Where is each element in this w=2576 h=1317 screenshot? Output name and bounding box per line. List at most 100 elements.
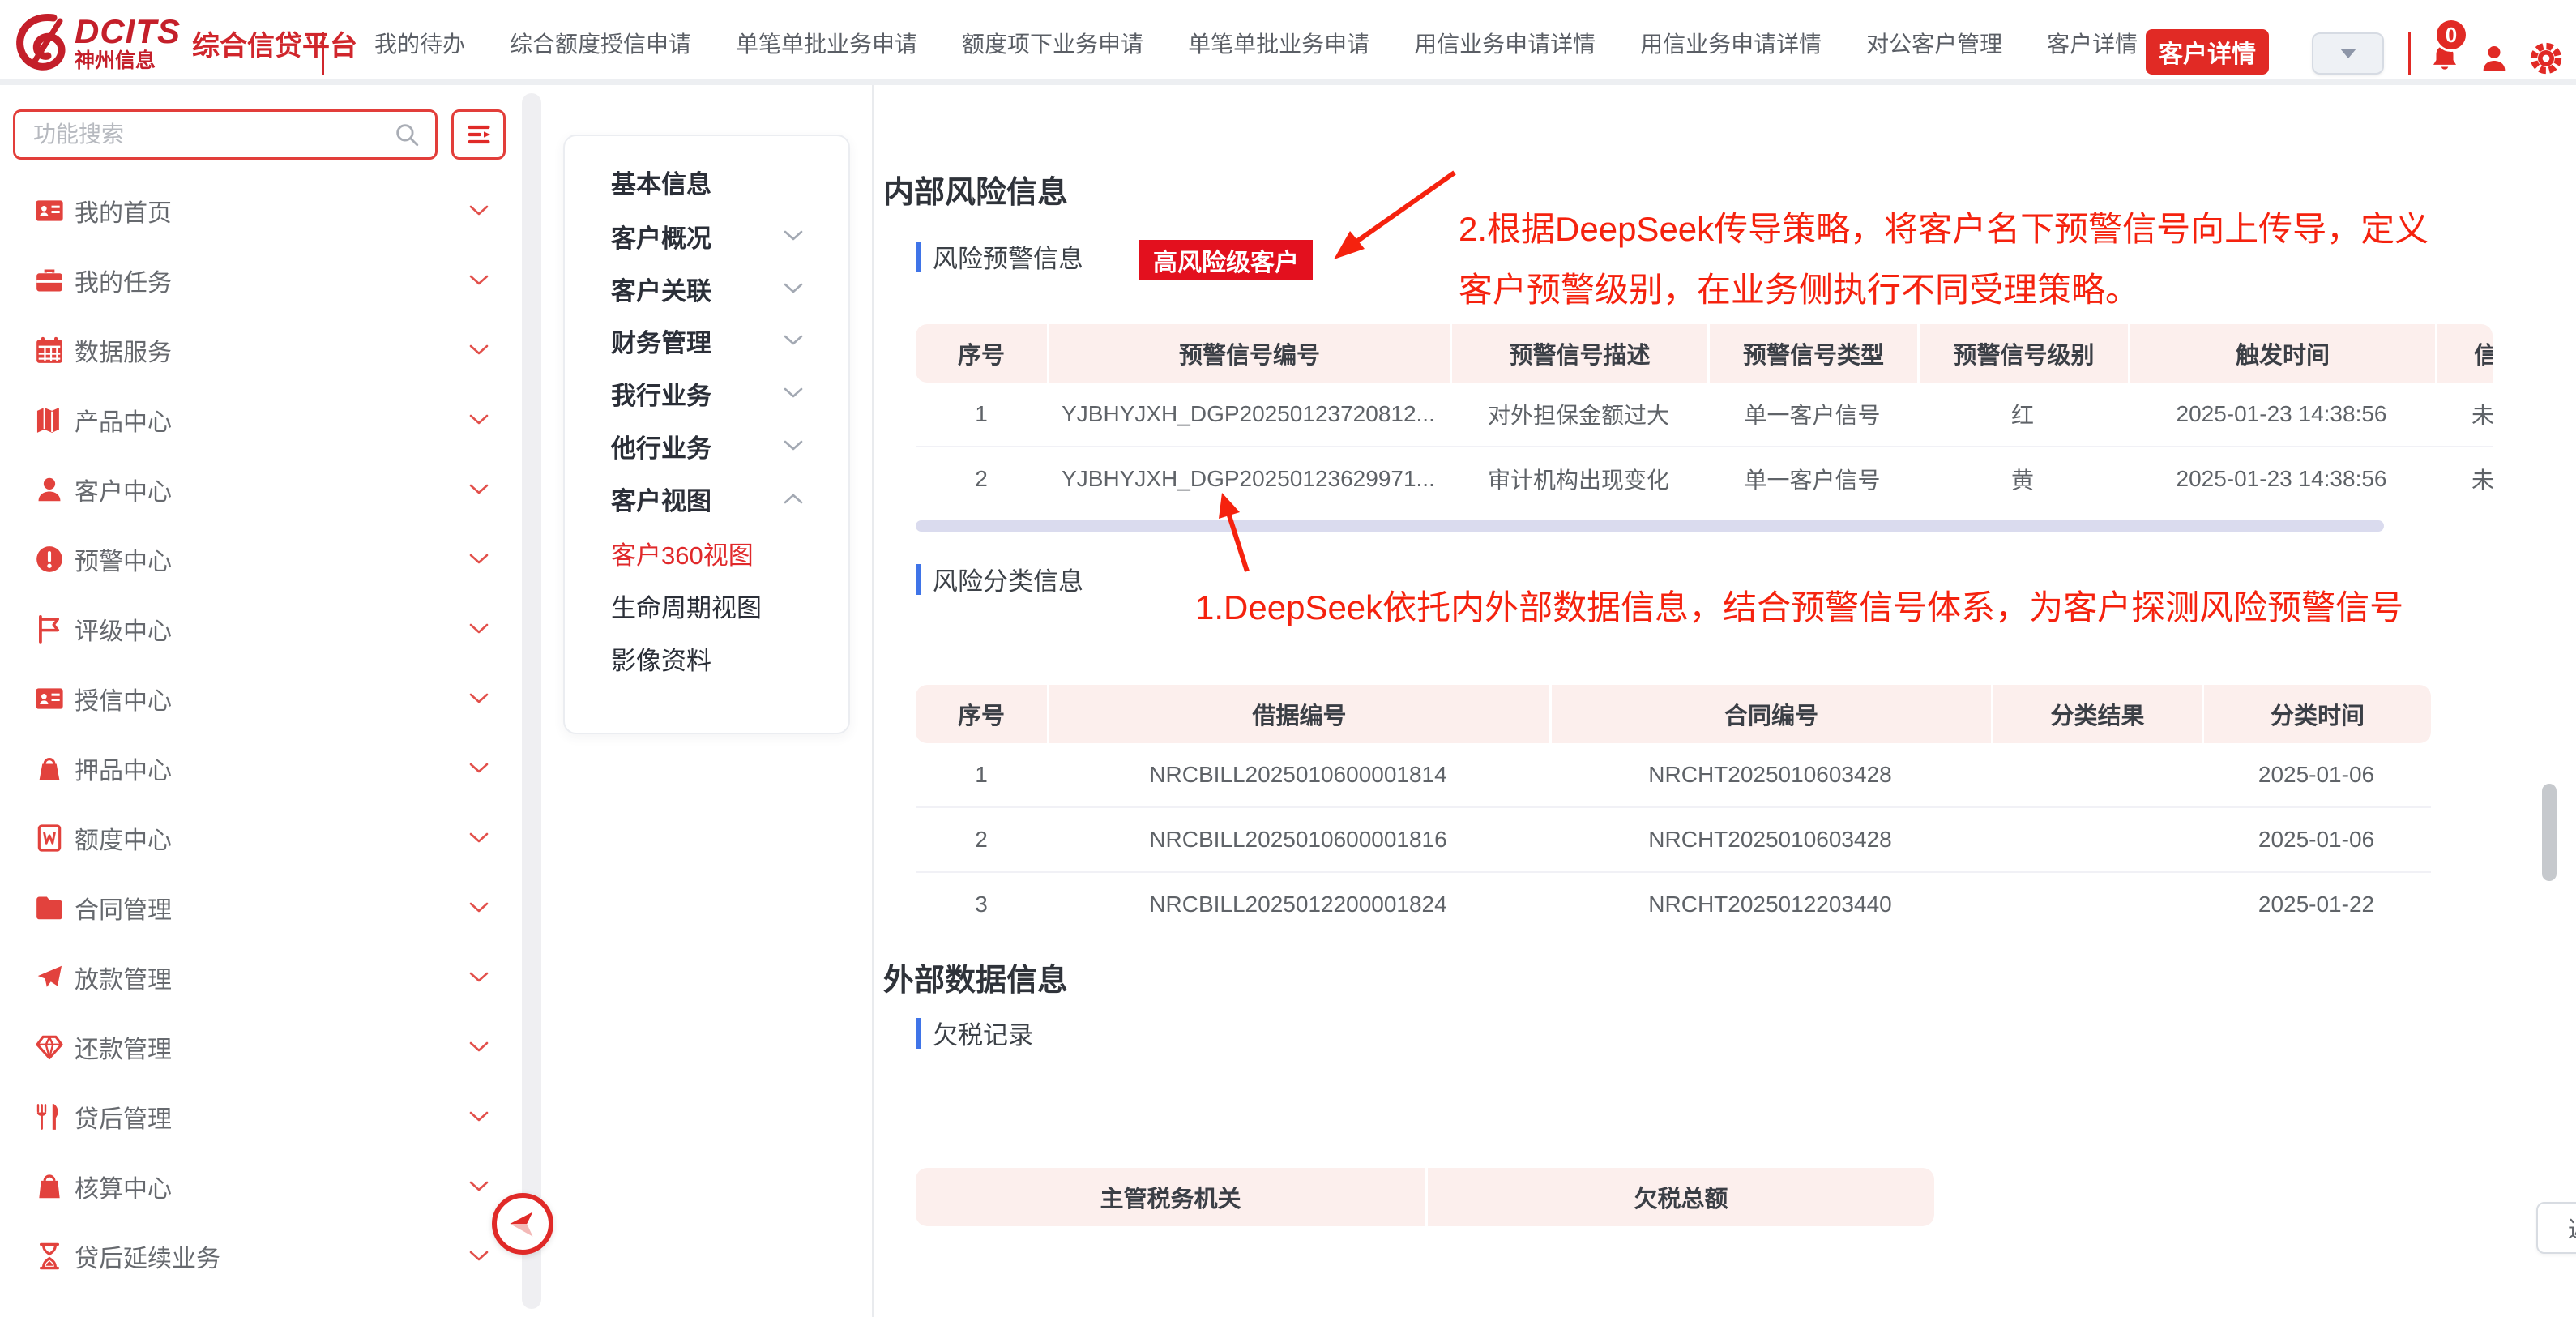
sidebar-item[interactable]: 我的首页 <box>0 176 519 246</box>
table-row: 3NRCBILL2025012200001824NRCHT20250122034… <box>916 873 2431 933</box>
submenu-item[interactable]: 我行业务 <box>565 370 852 416</box>
nav-item[interactable]: 我的待办 <box>374 27 465 59</box>
annotation-arrow-2 <box>1334 173 1455 259</box>
sidebar-item[interactable]: 客户中心 <box>0 455 519 524</box>
table-cell: NRCBILL2025012200001824 <box>1047 873 1549 933</box>
sidebar-item-label: 我的任务 <box>75 263 172 298</box>
tax-section-label: 欠税记录 <box>933 1015 1033 1051</box>
map-icon <box>34 404 65 435</box>
table-horizontal-scrollbar[interactable] <box>916 520 2384 532</box>
internal-risk-title: 内部风险信息 <box>883 167 1068 212</box>
sidebar-item-label: 贷后管理 <box>75 1099 172 1135</box>
chevron-down-icon <box>468 1110 489 1123</box>
header-divider <box>2408 32 2411 75</box>
table-cell: 未 <box>2435 447 2493 511</box>
column-header: 借据编号 <box>1047 685 1549 743</box>
risk-warning-table: 序号预警信号编号预警信号描述预警信号类型预警信号级别触发时间信1YJBHYJXH… <box>916 324 2493 511</box>
submenu-item-label: 客户视图 <box>611 481 711 517</box>
bag-icon <box>34 753 65 784</box>
column-header: 序号 <box>916 324 1047 383</box>
nav-item[interactable]: 客户详情 <box>2047 27 2138 59</box>
nav-item[interactable]: 对公客户管理 <box>1866 27 2002 59</box>
table-cell: YJBHYJXH_DGP20250123720812... <box>1047 383 1450 446</box>
column-header: 分类时间 <box>2202 685 2431 743</box>
submenu-item-label: 财务管理 <box>611 323 711 359</box>
customer-view-submenu: 基本信息客户概况客户关联财务管理我行业务他行业务客户视图客户360视图生命周期视… <box>563 135 850 734</box>
sidebar-item[interactable]: 押品中心 <box>0 733 519 803</box>
left-sidebar: 我的首页我的任务数据服务产品中心客户中心预警中心评级中心授信中心押品中心额度中心… <box>0 85 543 1317</box>
folder-icon <box>34 892 65 923</box>
sidebar-item-label: 押品中心 <box>75 750 172 786</box>
submenu-item[interactable]: 他行业务 <box>565 423 852 468</box>
chevron-down-icon <box>782 334 805 347</box>
sidebar-item[interactable]: 贷后管理 <box>0 1082 519 1152</box>
table-cell: 2 <box>916 808 1047 871</box>
briefcase-icon <box>34 265 65 296</box>
paper-plane-icon <box>34 962 65 993</box>
nav-item[interactable]: 用信业务申请详情 <box>1640 27 1822 59</box>
collapse-arrow-icon <box>504 1205 541 1242</box>
sidebar-collapse-button[interactable] <box>492 1193 553 1255</box>
submenu-item-label: 客户关联 <box>611 271 711 307</box>
submenu-item-label: 基本信息 <box>611 164 711 200</box>
sidebar-item[interactable]: 放款管理 <box>0 943 519 1012</box>
submenu-item-active[interactable]: 客户360视图 <box>565 530 852 575</box>
section-bar <box>916 242 921 272</box>
column-header: 欠税总额 <box>1425 1168 1934 1226</box>
chevron-down-icon <box>468 553 489 566</box>
submenu-item-label: 生命周期视图 <box>611 588 762 624</box>
calendar-icon <box>34 335 65 366</box>
table-cell: 1 <box>916 743 1047 806</box>
menu-list-icon <box>463 120 495 149</box>
document-w-icon <box>34 823 65 853</box>
sidebar-item[interactable]: 授信中心 <box>0 664 519 733</box>
table-cell: 未 <box>2435 383 2493 446</box>
sidebar-item[interactable]: 数据服务 <box>0 315 519 385</box>
nav-item[interactable]: 单笔单批业务申请 <box>736 27 917 59</box>
nav-item[interactable]: 单笔单批业务申请 <box>1188 27 1369 59</box>
sidebar-item-label: 数据服务 <box>75 332 172 368</box>
sidebar-item[interactable]: 核算中心 <box>0 1152 519 1221</box>
classify-section-header: 风险分类信息 <box>916 561 1083 597</box>
tabs-dropdown-button[interactable] <box>2312 32 2384 75</box>
tab-customer-detail-active[interactable]: 客户详情 <box>2146 29 2269 75</box>
nav-item[interactable]: 综合额度授信申请 <box>510 27 691 59</box>
annotation-2-line2: 客户预警级别，在业务侧执行不同受理策略。 <box>1459 263 2139 312</box>
search-input[interactable] <box>15 122 393 148</box>
sidebar-scrollbar[interactable] <box>522 93 541 1309</box>
nav-item[interactable]: 用信业务申请详情 <box>1414 27 1596 59</box>
user-profile-icon[interactable] <box>2478 41 2510 76</box>
sidebar-item[interactable]: 产品中心 <box>0 385 519 455</box>
section-bar <box>916 1018 921 1049</box>
submenu-item-label: 他行业务 <box>611 428 711 464</box>
sidebar-item[interactable]: 评级中心 <box>0 594 519 664</box>
table-cell: 审计机构出现变化 <box>1450 447 1707 511</box>
sidebar-item[interactable]: 我的任务 <box>0 246 519 315</box>
submenu-item-label: 我行业务 <box>611 375 711 412</box>
id-card-icon <box>34 195 65 226</box>
submenu-item[interactable]: 财务管理 <box>565 318 852 363</box>
sidebar-item[interactable]: 合同管理 <box>0 873 519 943</box>
submenu-item[interactable]: 客户关联 <box>565 266 852 311</box>
sidebar-item[interactable]: 预警中心 <box>0 524 519 594</box>
nav-item[interactable]: 额度项下业务申请 <box>962 27 1143 59</box>
menu-toggle-button[interactable] <box>451 109 506 160</box>
submenu-item[interactable]: 影像资料 <box>565 635 852 681</box>
sidebar-item[interactable]: 还款管理 <box>0 1012 519 1082</box>
column-header: 预警信号级别 <box>1917 324 2128 383</box>
submenu-item[interactable]: 生命周期视图 <box>565 583 852 628</box>
sidebar-item-label: 预警中心 <box>75 541 172 577</box>
chevron-down-icon <box>782 229 805 242</box>
sidebar-item[interactable]: 额度中心 <box>0 803 519 873</box>
logo-brand: DCITS <box>75 14 181 49</box>
back-button[interactable]: 返回 <box>2536 1202 2576 1254</box>
chevron-down-icon <box>468 483 489 496</box>
page-scrollbar[interactable] <box>2542 784 2557 881</box>
submenu-item[interactable]: 客户视图 <box>565 476 852 521</box>
gear-icon[interactable] <box>2530 42 2562 75</box>
submenu-item[interactable]: 客户概况 <box>565 213 852 259</box>
chevron-down-icon <box>468 762 489 775</box>
table-cell: 单一客户信号 <box>1707 447 1917 511</box>
submenu-item[interactable]: 基本信息 <box>565 159 852 204</box>
sidebar-item[interactable]: 贷后延续业务 <box>0 1221 519 1291</box>
